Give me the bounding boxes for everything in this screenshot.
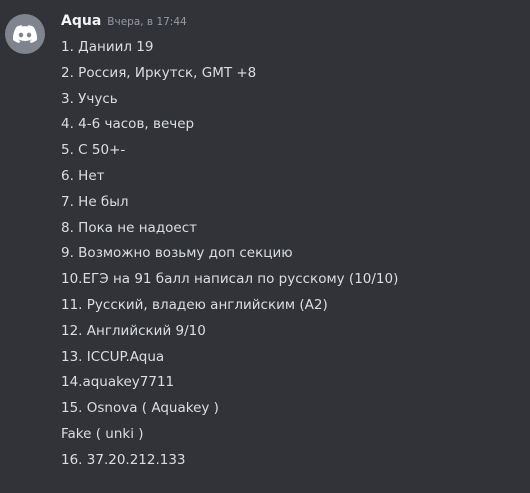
message-line: 5. С 50+- <box>61 142 126 159</box>
message-line: Fake ( unki ) <box>61 425 144 442</box>
message-line: 16. 37.20.212.133 <box>61 451 186 468</box>
message-content: 1. Даниил 19 2. Россия, Иркутск, GMT +8 3.… <box>61 36 398 475</box>
message-line: 12. Английский 9/10 <box>61 322 206 339</box>
message-timestamp: Вчера, в 17:44 <box>107 16 187 28</box>
message-line: 4. 4-6 часов, вечер <box>61 116 195 133</box>
message-line: 14.aquakey7711 <box>61 374 175 391</box>
avatar[interactable] <box>5 14 45 54</box>
message-line: 6. Нет <box>61 167 105 184</box>
message-line: 15. Osnova ( Aquakey ) <box>61 400 219 417</box>
message-line: 7. Не был <box>61 193 129 210</box>
message-line: 9. Возможно возьму доп секцию <box>61 245 293 262</box>
chat-message: Aqua Вчера, в 17:44 1. Даниил 19 2. Росси… <box>0 0 530 493</box>
message-line: 10.ЕГЭ на 91 балл написал по русскому (1… <box>61 271 399 288</box>
discord-logo-icon <box>13 25 37 43</box>
message-line: 2. Россия, Иркутск, GMT +8 <box>61 64 257 81</box>
message-line: 1. Даниил 19 <box>61 39 154 55</box>
message-line: 3. Учусь <box>61 90 118 107</box>
message-line: 8. Пока не надоест <box>61 219 198 236</box>
message-line: 13. ICCUP.Aqua <box>61 348 165 365</box>
message-line: 11. Русский, владею английским (А2) <box>61 296 328 313</box>
message-header: Aqua Вчера, в 17:44 <box>61 13 187 33</box>
author-name[interactable]: Aqua <box>61 13 101 29</box>
